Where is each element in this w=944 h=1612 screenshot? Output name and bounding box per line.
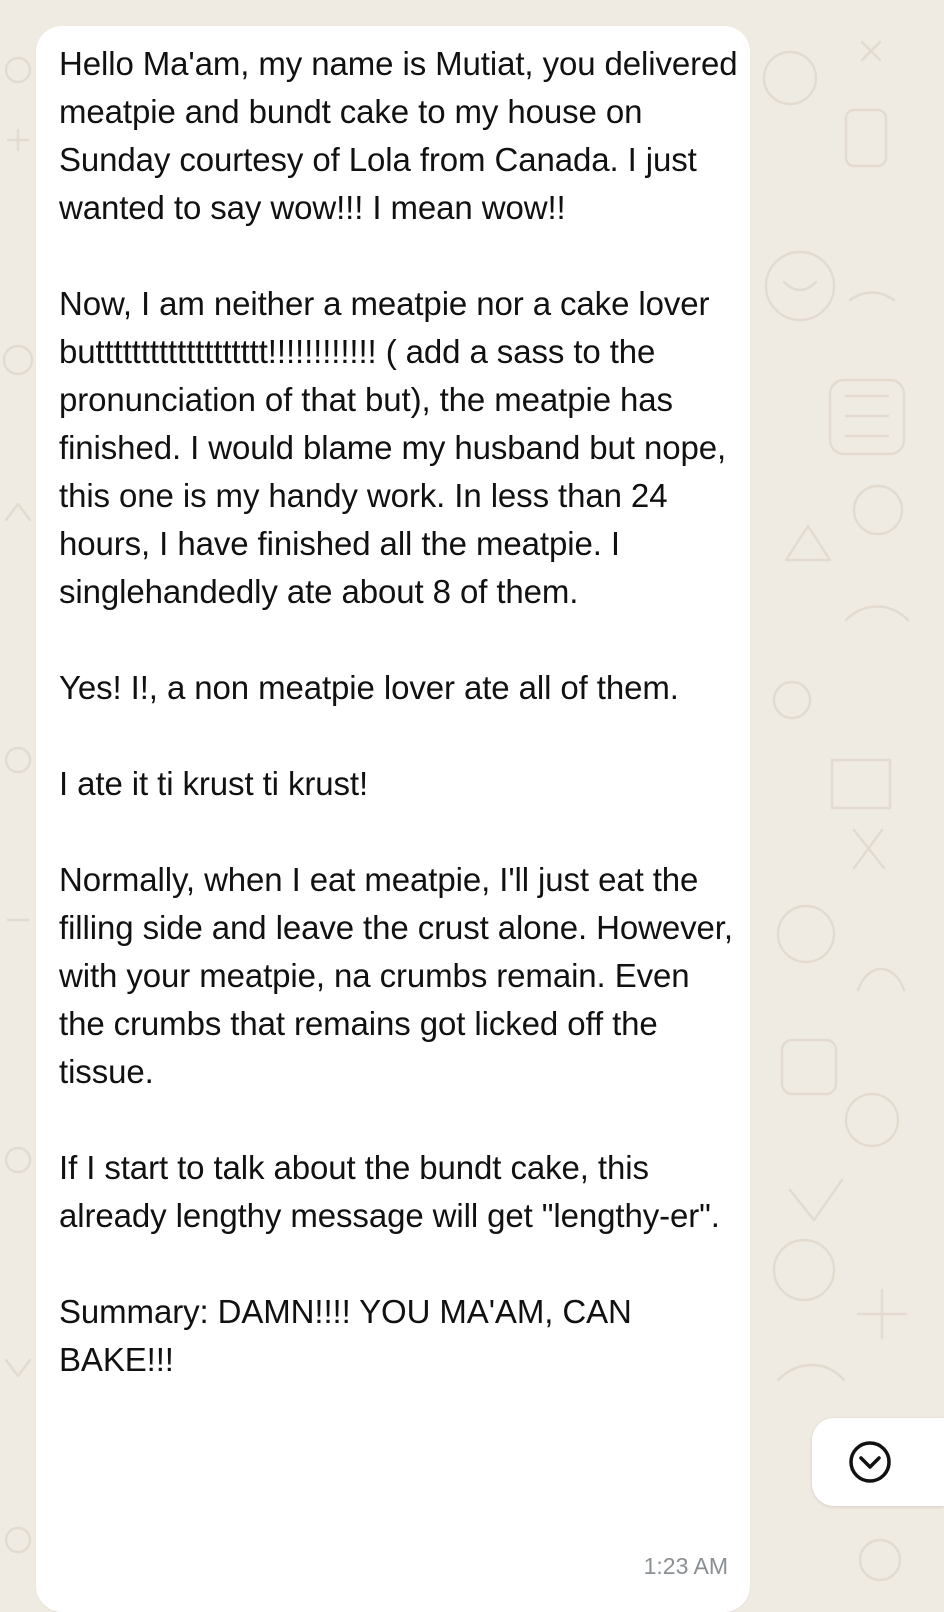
scroll-to-bottom-button[interactable] xyxy=(812,1418,944,1506)
message-paragraph-4: I ate it ti krust ti krust! xyxy=(59,765,369,802)
message-paragraph-6: If I start to talk about the bundt cake,… xyxy=(59,1149,720,1234)
message-paragraph-7: Summary: DAMN!!!! YOU MA'AM, CAN BAKE!!! xyxy=(59,1293,632,1378)
message-paragraph-3: Yes! I!, a non meatpie lover ate all of … xyxy=(59,669,679,706)
chevron-down-icon xyxy=(849,1441,891,1483)
message-body: Hello Ma'am, my name is Mutiat, you deli… xyxy=(59,40,739,1384)
message-paragraph-2: Now, I am neither a meatpie nor a cake l… xyxy=(59,285,727,610)
message-paragraph-5: Normally, when I eat meatpie, I'll just … xyxy=(59,861,733,1090)
message-paragraph-1: Hello Ma'am, my name is Mutiat, you deli… xyxy=(59,45,738,226)
message-timestamp: 1:23 AM xyxy=(643,1553,728,1579)
message-bubble[interactable]: Hello Ma'am, my name is Mutiat, you deli… xyxy=(36,26,750,1612)
